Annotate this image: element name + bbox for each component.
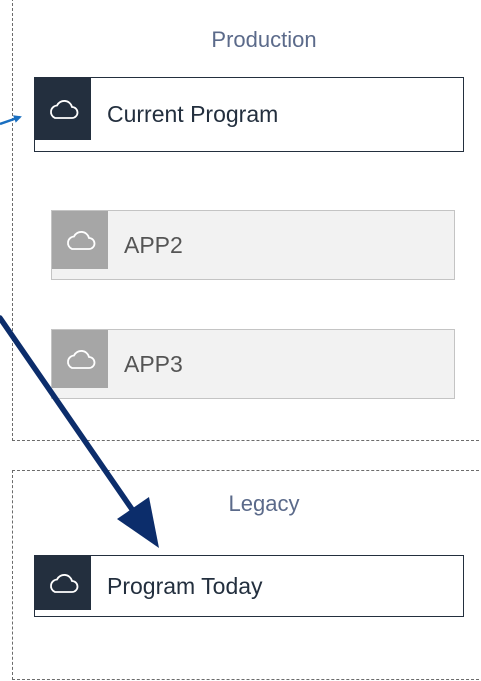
node-app2[interactable]: APP2 <box>51 210 455 280</box>
node-program-today-label: Program Today <box>107 572 263 599</box>
production-group-title: Production <box>211 27 317 52</box>
node-app3-label: APP3 <box>124 350 183 377</box>
legacy-group-title: Legacy <box>228 491 300 516</box>
cloud-icon <box>35 78 91 140</box>
node-current-program-label: Current Program <box>107 101 279 127</box>
cloud-icon <box>35 556 91 610</box>
node-app2-label: APP2 <box>124 231 183 258</box>
node-current-program[interactable]: Current Program <box>34 77 464 152</box>
node-program-today[interactable]: Program Today <box>34 555 464 617</box>
cloud-icon <box>52 330 108 388</box>
node-app3[interactable]: APP3 <box>51 329 455 399</box>
cloud-icon <box>52 211 108 269</box>
